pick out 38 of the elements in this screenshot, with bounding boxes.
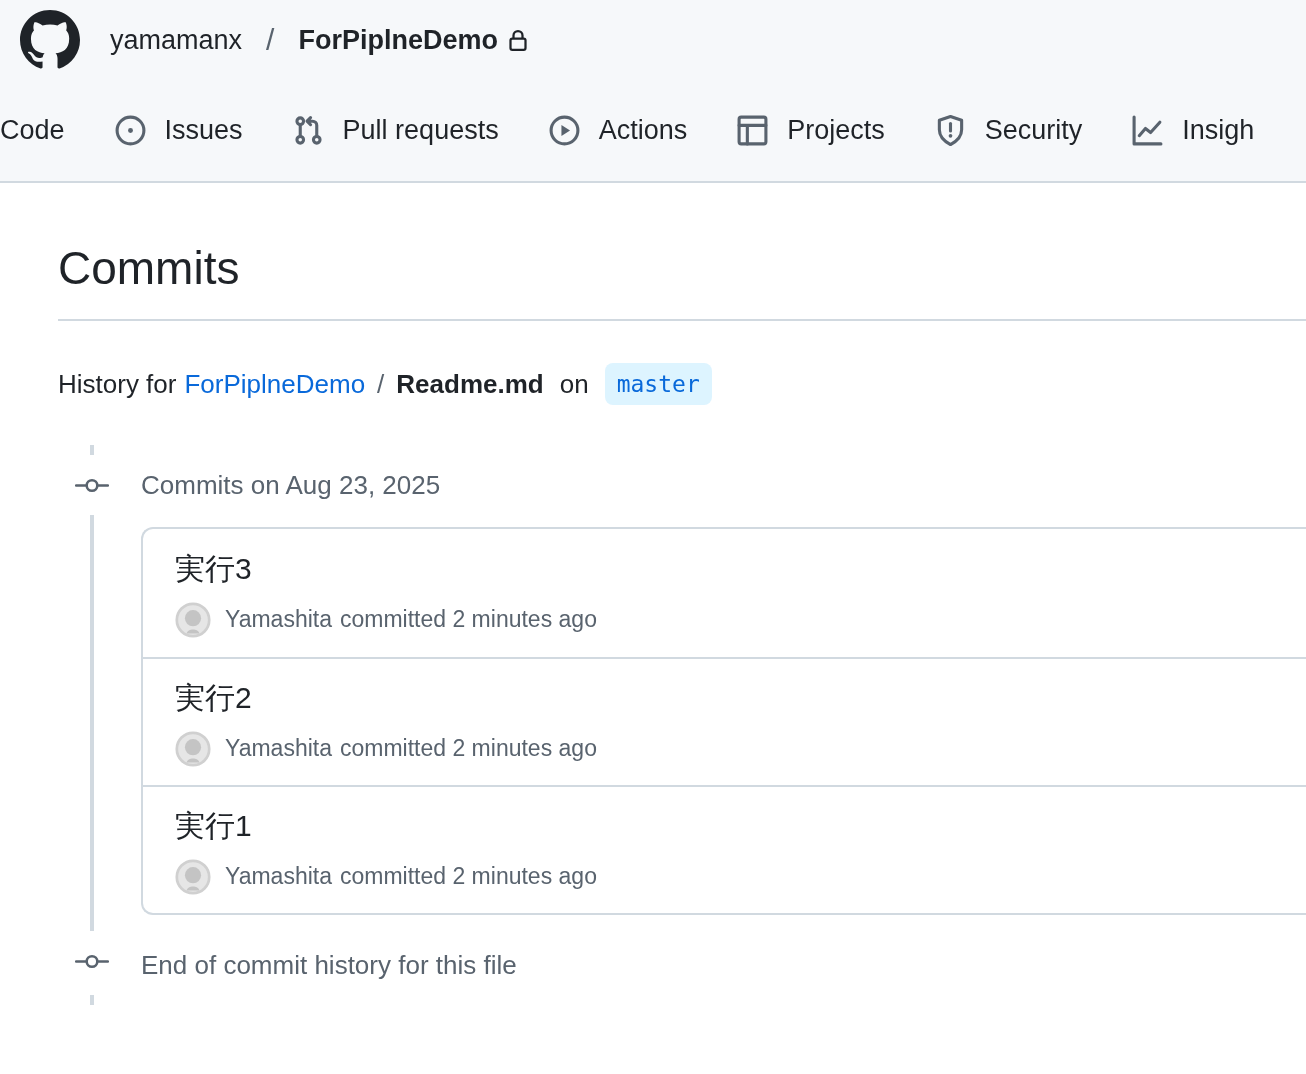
avatar-icon [175, 858, 211, 895]
avatar-icon [175, 601, 211, 638]
commit-node-icon [75, 952, 109, 970]
commit-group-heading: Commits on Aug 23, 2025 [141, 468, 442, 502]
author-link[interactable]: Yamashita [225, 606, 332, 633]
commit-title[interactable]: 実行3 [175, 548, 1306, 590]
commit-title[interactable]: 実行2 [175, 677, 1306, 719]
branch-badge[interactable]: master [604, 363, 712, 405]
commit-node-icon [75, 476, 109, 494]
commit-time: committed 2 minutes ago [339, 735, 597, 762]
table-icon [736, 114, 770, 147]
nav-tab[interactable]: Insigh [1131, 102, 1255, 159]
nav-tab[interactable]: Actions [547, 102, 688, 159]
repo-link[interactable]: ForPiplneDemo [298, 24, 498, 56]
path-separator: / [266, 23, 275, 57]
nav-tab[interactable]: Pull requests [291, 102, 499, 159]
on-label: on [559, 368, 589, 400]
history-label: History for [58, 368, 177, 400]
commit-title[interactable]: 実行1 [175, 805, 1306, 847]
author-link[interactable]: Yamashita [225, 735, 332, 762]
commit-time: committed 2 minutes ago [339, 863, 597, 890]
nav-tab[interactable]: Projects [736, 102, 885, 159]
github-logo-icon [20, 10, 80, 70]
nav-tab[interactable]: Issues [113, 102, 243, 159]
author-link[interactable]: Yamashita [225, 863, 332, 890]
file-name: Readme.md [396, 368, 544, 400]
end-of-history-note: End of commit history for this file [141, 948, 518, 982]
line-graph-icon [1131, 114, 1165, 147]
issue-circle-icon [113, 114, 147, 147]
nav-tab[interactable]: Security [933, 102, 1083, 159]
commit-time: committed 2 minutes ago [339, 606, 597, 633]
repo-link[interactable]: ForPiplneDemo [184, 368, 366, 400]
path-separator: / [377, 368, 385, 400]
page-title: Commits [58, 241, 241, 296]
nav-tab[interactable]: Code [0, 103, 65, 158]
avatar-icon [175, 730, 211, 767]
play-circle-icon [547, 114, 581, 147]
owner-link[interactable]: yamamanx [110, 24, 243, 56]
